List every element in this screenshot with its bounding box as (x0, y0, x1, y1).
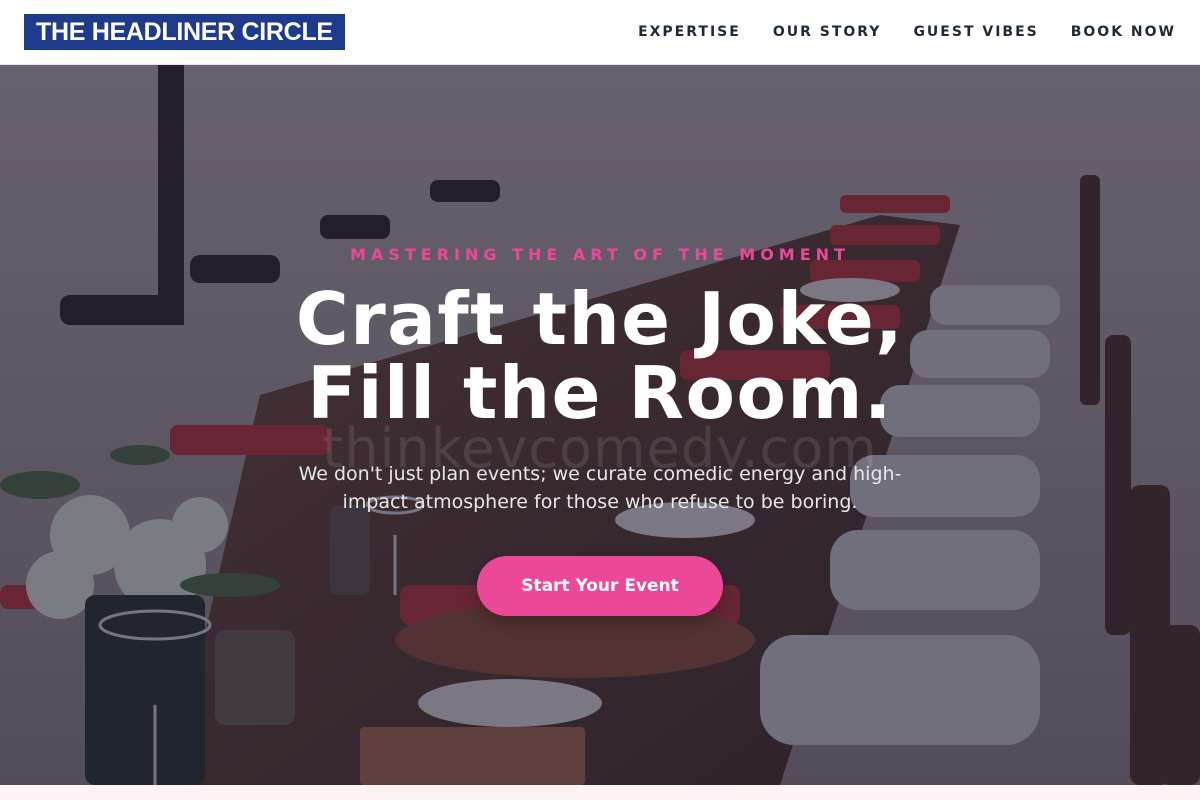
nav-link-expertise[interactable]: EXPERTISE (638, 24, 741, 40)
brand-logo[interactable]: THE HEADLINER CIRCLE (24, 14, 345, 50)
hero-headline: Craft the Joke, Fill the Room. (296, 282, 904, 430)
main-nav: EXPERTISE OUR STORY GUEST VIBES BOOK NOW (638, 24, 1176, 40)
next-section-edge (0, 785, 1200, 800)
start-event-button[interactable]: Start Your Event (477, 556, 723, 616)
nav-link-book-now[interactable]: BOOK NOW (1071, 24, 1176, 40)
site-header: THE HEADLINER CIRCLE EXPERTISE OUR STORY… (0, 0, 1200, 65)
hero-section: thinkevcomedy.com MASTERING THE ART OF T… (0, 65, 1200, 785)
nav-link-guest-vibes[interactable]: GUEST VIBES (913, 24, 1038, 40)
headline-line-1: Craft the Joke, (295, 277, 905, 361)
headline-line-2: Fill the Room. (307, 351, 893, 435)
hero-subtext: We don't just plan events; we curate com… (298, 463, 902, 513)
hero-content: MASTERING THE ART OF THE MOMENT Craft th… (0, 65, 1200, 785)
nav-link-our-story[interactable]: OUR STORY (773, 24, 882, 40)
hero-eyebrow: MASTERING THE ART OF THE MOMENT (350, 245, 850, 264)
